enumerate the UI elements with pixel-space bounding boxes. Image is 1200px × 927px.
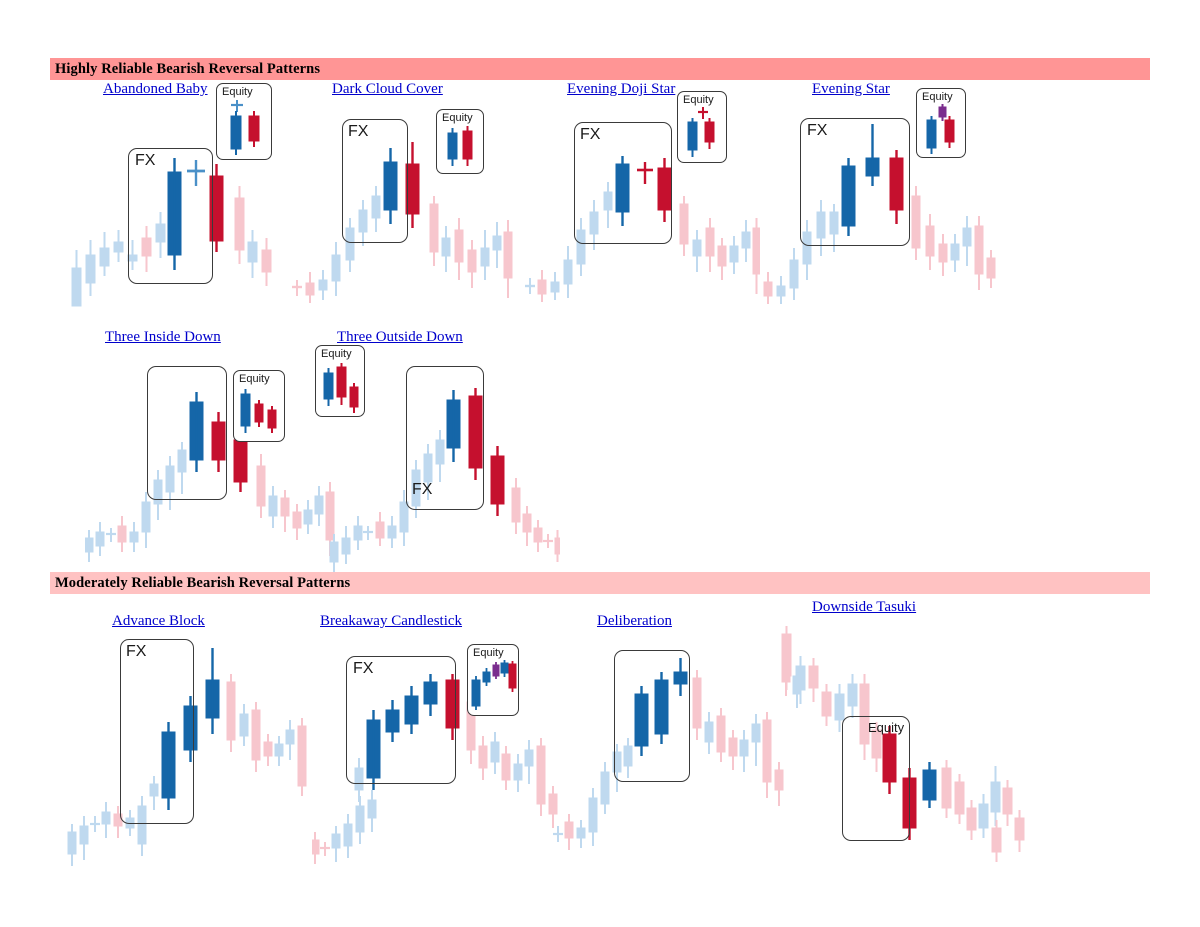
pattern-title-three-inside-down[interactable]: Three Inside Down [105,329,221,346]
equity-label: Equity [442,112,473,124]
candlestick-chart-deliberation [552,634,802,872]
equity-inset-box: Equity [216,83,272,160]
pattern-panel-dark-cloud-cover: Dark Cloud Cover FX Equity [290,80,525,310]
equity-inset-box: Equity [916,88,966,158]
pattern-title-three-outside-down[interactable]: Three Outside Down [337,329,463,346]
pattern-panel-deliberation: Deliberation [552,612,802,872]
pattern-title-dark-cloud-cover[interactable]: Dark Cloud Cover [332,81,443,98]
section-header-moderately-reliable: Moderately Reliable Bearish Reversal Pat… [50,572,1150,594]
equity-label: Equity [868,720,905,735]
pattern-title-evening-doji-star[interactable]: Evening Doji Star [567,81,675,98]
pattern-title-breakaway-candlestick[interactable]: Breakaway Candlestick [320,613,462,630]
section-heading-text: Moderately Reliable Bearish Reversal Pat… [55,574,351,591]
fx-label: FX [580,126,601,143]
equity-label: Equity [473,647,504,659]
section-heading-text: Highly Reliable Bearish Reversal Pattern… [55,60,321,77]
candlestick-chart-three-inside-down: Equity [84,350,335,578]
equity-inset-box: Equity [677,91,727,163]
equity-label: Equity [683,94,714,106]
equity-inset-box: Equity [436,109,484,174]
equity-label: Equity [222,86,253,98]
fx-label: FX [348,123,369,140]
fx-label: FX [807,122,828,139]
equity-label: Equity [922,91,953,103]
equity-inset-box: Equity [233,370,285,442]
equity-chart-svg [230,100,260,155]
candlestick-chart-advance-block: FX [62,634,312,872]
fx-label: FX [126,643,147,660]
section-header-highly-reliable: Highly Reliable Bearish Reversal Pattern… [50,58,1150,80]
pattern-panel-evening-star: Evening Star FX Equity [762,80,997,310]
equity-inset-box: Equity [315,345,365,417]
patterns-page: Highly Reliable Bearish Reversal Pattern… [0,0,1200,927]
pattern-panel-evening-doji-star: Evening Doji Star FX Equity [525,80,761,310]
equity-inset-box: Equity [467,644,519,716]
pattern-panel-three-outside-down: Three Outside Down FX Equity [310,328,561,578]
pattern-title-deliberation[interactable]: Deliberation [597,613,672,630]
fx-label: FX [135,152,156,169]
candlestick-chart-downside-tasuki: Equity [770,622,1030,868]
pattern-highlight-box [120,639,194,824]
pattern-panel-advance-block: Advance Block FX [62,612,312,872]
pattern-title-advance-block[interactable]: Advance Block [112,613,205,630]
pattern-panel-abandoned-baby: Abandoned Baby FX Equity [55,80,285,310]
pattern-highlight-box [147,366,227,500]
pattern-panel-downside-tasuki: Downside Tasuki Equity [770,598,1030,868]
fx-label: FX [353,660,374,677]
pattern-title-evening-star[interactable]: Evening Star [812,81,890,98]
candlestick-chart-evening-star: FX Equity [762,88,997,310]
equity-label: Equity [321,348,352,360]
candlestick-chart-breakaway-candlestick: FX Equity [311,634,562,872]
pattern-title-abandoned-baby[interactable]: Abandoned Baby [103,81,208,98]
pattern-title-downside-tasuki[interactable]: Downside Tasuki [812,599,916,616]
candlestick-chart-evening-doji-star: FX Equity [525,91,761,310]
candlestick-chart-dark-cloud-cover: FX Equity [290,100,525,310]
pattern-panel-three-inside-down: Three Inside Down Equity [84,328,335,578]
equity-label: Equity [239,373,270,385]
fx-label: FX [412,481,433,498]
candlestick-chart-abandoned-baby: FX Equity [55,83,285,310]
pattern-panel-breakaway-candlestick: Breakaway Candlestick FX Equity [311,612,562,872]
pattern-highlight-box [614,650,690,782]
candlestick-chart-three-outside-down: FX Equity [310,345,561,578]
